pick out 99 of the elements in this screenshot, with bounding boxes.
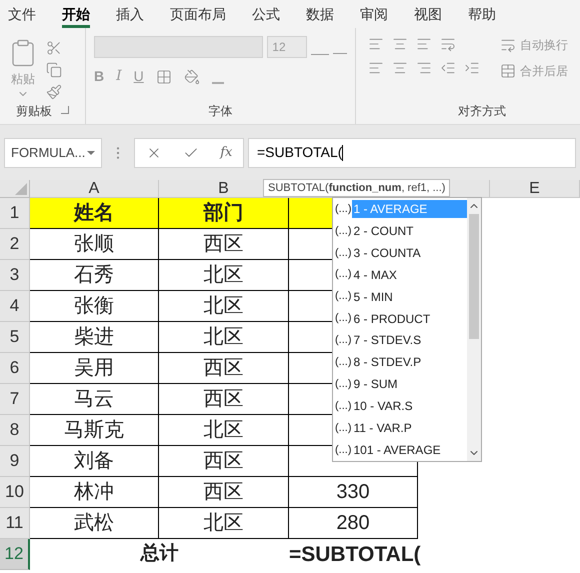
menu-tab[interactable]: 页面布局 — [170, 4, 226, 24]
table-cell: 刘备 — [30, 446, 159, 477]
row-header[interactable]: 10 — [0, 477, 30, 508]
group-label: 对齐方式 — [458, 103, 507, 120]
table-cell: 林冲 — [30, 477, 159, 508]
table-cell: 部门 — [159, 198, 289, 229]
function-icon: (...) — [333, 354, 352, 371]
select-all-icon — [15, 183, 27, 195]
table-cell: 西区 — [159, 353, 289, 384]
menu-tab[interactable]: 审阅 — [360, 4, 388, 24]
menu-tab[interactable]: 数据 — [306, 4, 334, 24]
insert-function-button[interactable]: fx — [220, 142, 232, 162]
table-cell: 马斯克 — [30, 415, 159, 446]
function-icon: (...) — [333, 200, 352, 218]
table-cell: 北区 — [159, 291, 289, 322]
function-option[interactable]: 6 - PRODUCT — [352, 310, 467, 328]
row-header[interactable]: 12 — [0, 539, 30, 570]
function-icon: (...) — [333, 222, 352, 240]
indent-decrease-icon[interactable] — [440, 60, 456, 76]
row-header[interactable]: 1 — [0, 198, 30, 229]
table-cell: 330 — [289, 477, 418, 508]
table-cell: 西区 — [159, 446, 289, 477]
menu-tab[interactable]: 文件 — [8, 4, 36, 24]
function-icon: (...) — [333, 420, 352, 436]
caret-icon — [87, 150, 95, 154]
fill-color-icon[interactable] — [184, 68, 200, 84]
scrollbar[interactable] — [467, 198, 481, 461]
table-cell: 武松 — [30, 508, 159, 539]
function-option[interactable]: 101 - AVERAGE — [352, 441, 467, 460]
function-icon: (...) — [333, 398, 352, 414]
menu-tab[interactable]: 视图 — [414, 4, 442, 24]
borders-icon[interactable] — [156, 68, 172, 84]
row-header[interactable]: 8 — [0, 415, 30, 446]
align-center-icon[interactable] — [392, 60, 408, 76]
menu-tab[interactable]: 公式 — [252, 4, 280, 24]
table-cell: 吴用 — [30, 353, 159, 384]
function-option[interactable]: 5 - MIN — [352, 288, 467, 306]
font-name-field[interactable] — [94, 36, 264, 58]
table-cell: 姓名 — [30, 198, 159, 229]
column-header[interactable]: E — [490, 180, 580, 198]
align-bottom-icon[interactable] — [416, 36, 432, 52]
row-header[interactable]: 6 — [0, 353, 30, 384]
align-middle-icon[interactable] — [392, 36, 408, 52]
table-cell: 张顺 — [30, 229, 159, 260]
table-cell: 北区 — [159, 415, 289, 446]
align-right-icon[interactable] — [416, 60, 432, 76]
function-icon: (...) — [333, 266, 352, 283]
function-icon: (...) — [333, 332, 352, 349]
table-cell: 北区 — [159, 508, 289, 539]
column-header[interactable]: A — [30, 180, 159, 198]
function-option[interactable]: 2 - COUNT — [352, 222, 467, 240]
scroll-thumb[interactable] — [469, 214, 479, 339]
table-cell: 西区 — [159, 229, 289, 260]
function-icon: (...) — [333, 376, 352, 393]
menu-tab[interactable]: 插入 — [116, 4, 144, 24]
select-all-button[interactable] — [0, 180, 30, 198]
name-box[interactable]: FORMULA... — [4, 138, 102, 168]
align-top-icon[interactable] — [368, 36, 384, 52]
copy-icon[interactable] — [46, 62, 62, 78]
function-tooltip: SUBTOTAL(function_num, ref1, ...) — [263, 179, 450, 197]
function-option[interactable]: 11 - VAR.P — [352, 419, 467, 438]
function-option[interactable]: 9 - SUM — [352, 375, 467, 394]
merge-icon[interactable] — [500, 63, 516, 79]
row-header[interactable]: 3 — [0, 260, 30, 291]
table-cell: 马云 — [30, 384, 159, 415]
function-icon: (...) — [333, 244, 352, 262]
row-header[interactable]: 4 — [0, 291, 30, 322]
table-cell: 石秀 — [30, 260, 159, 291]
function-option[interactable]: 3 - COUNTA — [352, 244, 467, 262]
wrap-text-icon[interactable] — [500, 37, 516, 53]
group-label: 剪贴板 — [16, 103, 52, 120]
table-cell: 280 — [289, 508, 418, 539]
table-cell: 西区 — [159, 384, 289, 415]
row-header[interactable]: 7 — [0, 384, 30, 415]
formula-input[interactable]: =SUBTOTAL( — [248, 138, 576, 168]
group-label: 字体 — [208, 103, 232, 120]
function-icon: (...) — [333, 288, 352, 305]
row-header[interactable]: 9 — [0, 446, 30, 477]
table-cell: 西区 — [159, 477, 289, 508]
function-option[interactable]: 10 - VAR.S — [352, 397, 467, 416]
scissors-icon[interactable] — [46, 40, 62, 56]
menu-tab[interactable]: 帮助 — [468, 4, 496, 24]
paintbrush-icon[interactable] — [46, 84, 62, 100]
function-icon: (...) — [333, 310, 352, 327]
row-header[interactable]: 11 — [0, 508, 30, 539]
row-header[interactable]: 5 — [0, 322, 30, 353]
row-header[interactable]: 2 — [0, 229, 30, 260]
function-option[interactable]: 4 - MAX — [352, 266, 467, 284]
table-cell: 张衡 — [30, 291, 159, 322]
table-cell: 北区 — [159, 322, 289, 353]
function-option[interactable]: 8 - STDEV.P — [352, 353, 467, 372]
function-option[interactable]: 7 - STDEV.S — [352, 331, 467, 350]
orientation-icon[interactable] — [440, 36, 456, 52]
align-left-icon[interactable] — [368, 60, 384, 76]
function-icon: (...) — [333, 442, 352, 458]
indent-increase-icon[interactable] — [464, 60, 480, 76]
dialog-launcher-icon[interactable] — [61, 106, 69, 114]
table-cell: 北区 — [159, 260, 289, 291]
table-cell: 柴进 — [30, 322, 159, 353]
